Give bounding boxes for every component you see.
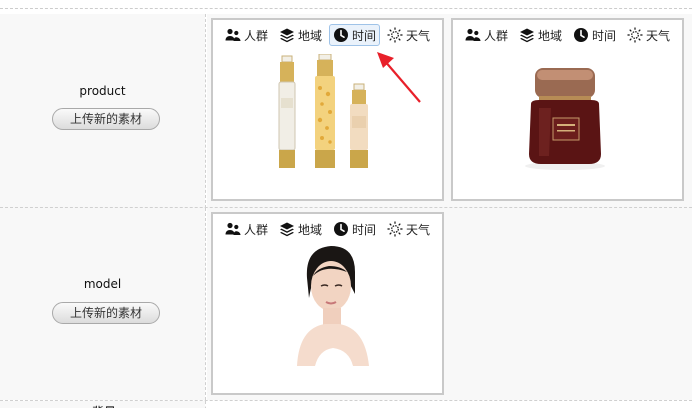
clock-icon <box>334 28 349 42</box>
tag-region[interactable]: 地域 <box>275 24 326 46</box>
tag-time[interactable]: 时间 <box>329 24 381 46</box>
row-label-cell: 背景 <box>0 401 205 408</box>
tag-toolbar: 人群 地域 时间 天气 <box>221 218 437 240</box>
layers-icon <box>520 28 535 43</box>
people-icon <box>465 28 481 41</box>
clock-icon <box>574 28 589 42</box>
tag-label: 天气 <box>646 28 671 43</box>
people-icon <box>225 28 241 41</box>
tag-label: 地域 <box>538 28 563 43</box>
layers-icon <box>280 28 295 43</box>
tag-time[interactable]: 时间 <box>569 24 620 46</box>
row-label: model <box>83 277 122 291</box>
column-divider <box>205 208 206 400</box>
model-portrait-image[interactable] <box>285 242 377 366</box>
row-model: model 上传新的素材 人群 地域 时间 天气 <box>0 208 692 400</box>
material-card: 人群 地域 时间 天气 <box>451 18 684 201</box>
sun-icon <box>387 27 403 43</box>
column-divider <box>205 401 206 408</box>
tag-label: 天气 <box>406 222 431 237</box>
clock-icon <box>334 222 349 236</box>
upload-button[interactable]: 上传新的素材 <box>52 302 160 324</box>
tag-toolbar: 人群 地域 时间 天气 <box>461 24 677 46</box>
row-label-cell: model 上传新的素材 <box>0 208 205 400</box>
column-divider <box>205 14 206 208</box>
materials-cell: 人群 地域 时间 天气 <box>207 208 692 400</box>
sun-icon <box>627 27 643 43</box>
tag-weather[interactable]: 天气 <box>623 24 674 46</box>
tag-people[interactable]: 人群 <box>221 24 272 46</box>
tag-weather[interactable]: 天气 <box>383 218 434 240</box>
tag-label: 人群 <box>484 28 509 43</box>
tag-people[interactable]: 人群 <box>221 218 272 240</box>
cosmetic-jar-image[interactable] <box>517 56 613 174</box>
tag-label: 地域 <box>298 222 323 237</box>
upload-button[interactable]: 上传新的素材 <box>52 108 160 130</box>
row-background: 背景 <box>0 401 692 408</box>
row-label: product <box>79 84 126 98</box>
tag-region[interactable]: 地域 <box>515 24 566 46</box>
tag-label: 人群 <box>244 222 269 237</box>
tag-region[interactable]: 地域 <box>275 218 326 240</box>
people-icon <box>225 222 241 235</box>
tag-people[interactable]: 人群 <box>461 24 512 46</box>
cosmetic-bottles-image[interactable] <box>275 54 375 172</box>
top-divider <box>0 8 692 9</box>
tag-label: 人群 <box>244 28 269 43</box>
tag-label: 时间 <box>592 28 617 43</box>
row-label-cell: product 上传新的素材 <box>0 14 205 208</box>
sun-icon <box>387 221 403 237</box>
tag-label: 时间 <box>352 28 377 43</box>
tag-weather[interactable]: 天气 <box>383 24 434 46</box>
material-card: 人群 地域 时间 天气 <box>211 18 444 201</box>
tag-label: 天气 <box>406 28 431 43</box>
layers-icon <box>280 222 295 237</box>
tag-time[interactable]: 时间 <box>329 218 380 240</box>
tag-toolbar: 人群 地域 时间 天气 <box>221 24 437 46</box>
tag-label: 时间 <box>352 222 377 237</box>
row-label: 背景 <box>92 403 116 408</box>
row-product: product 上传新的素材 人群 地域 时间 天气 人群 地域 时间 天气 <box>0 14 692 208</box>
materials-cell: 人群 地域 时间 天气 <box>207 14 692 208</box>
material-card: 人群 地域 时间 天气 <box>211 212 444 395</box>
tag-label: 地域 <box>298 28 323 43</box>
